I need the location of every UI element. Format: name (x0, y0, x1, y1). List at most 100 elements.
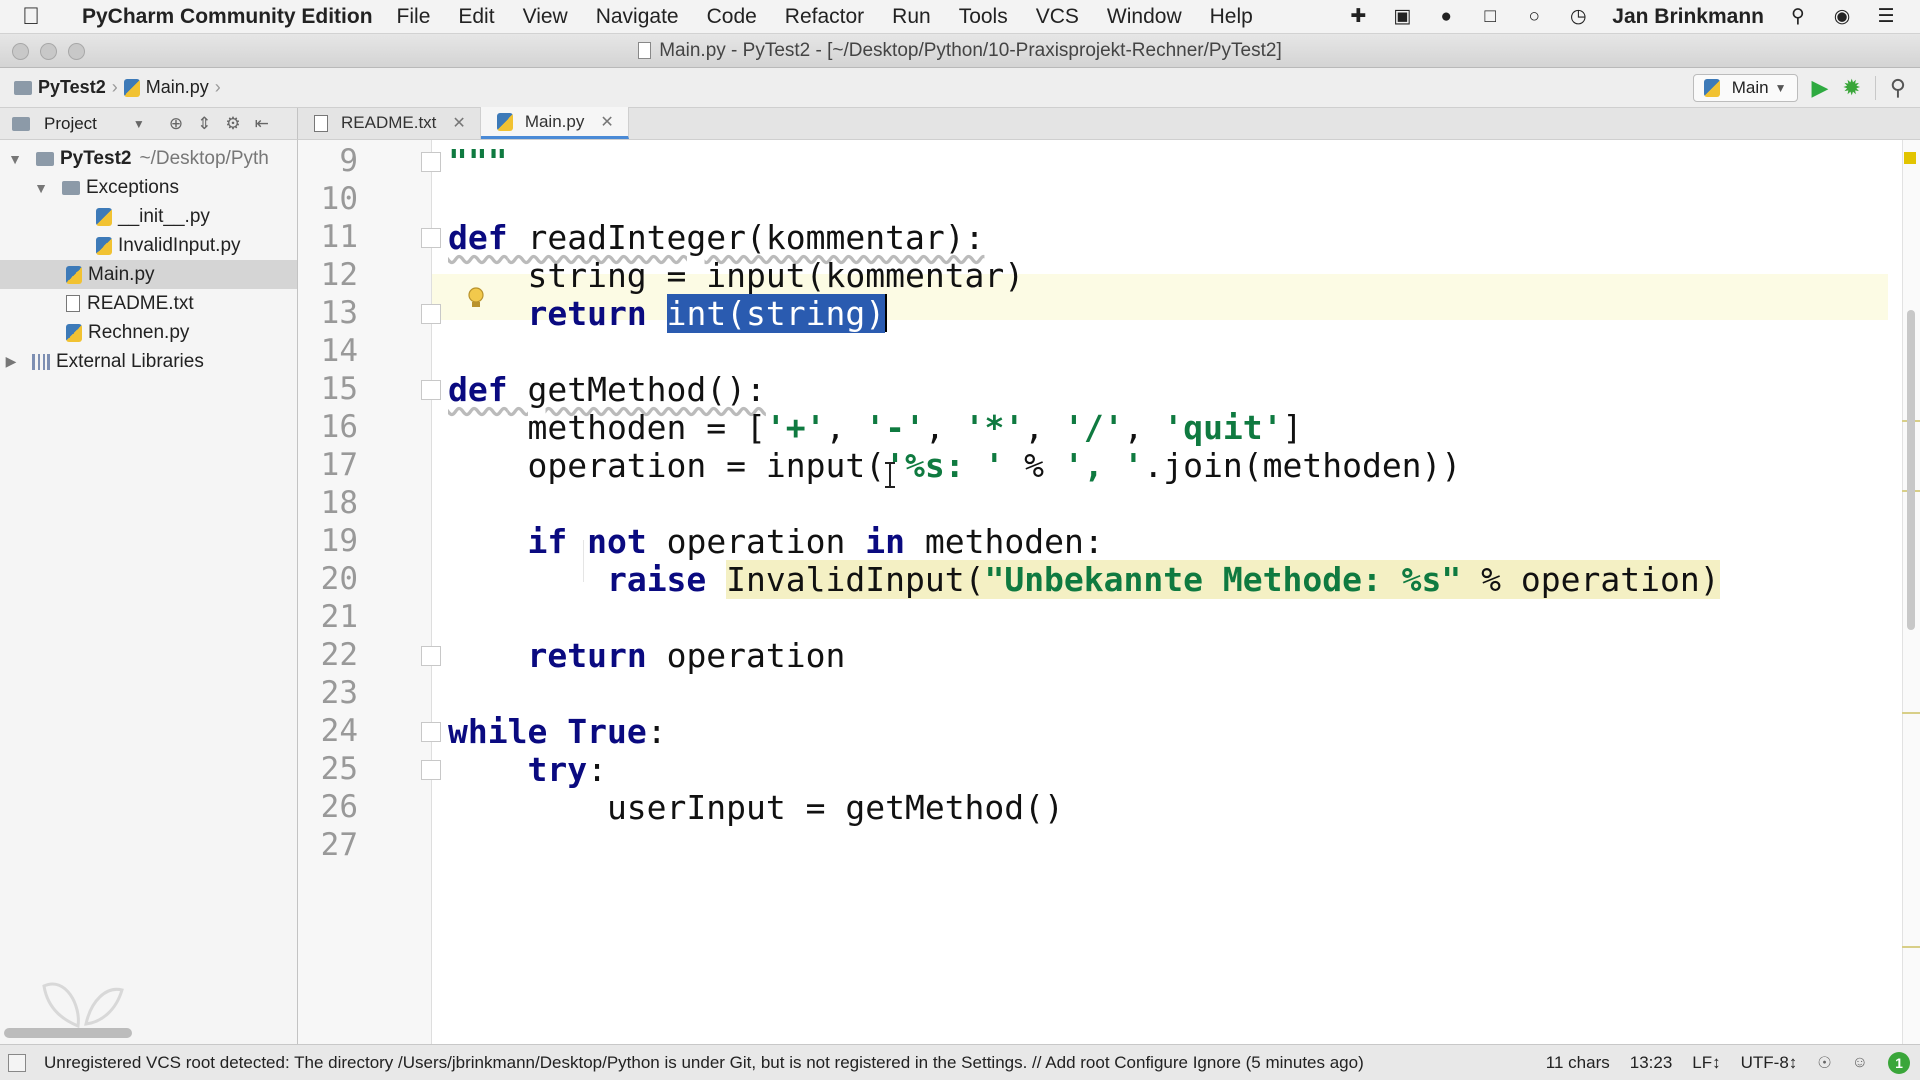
run-configuration-label: Main (1731, 77, 1769, 97)
apple-icon[interactable]:  (22, 3, 62, 31)
warning-stripe-mark[interactable] (1902, 712, 1920, 714)
run-icon[interactable]: ▶ (1812, 75, 1829, 101)
editor-gutter: 9 10 11 12 13 14 15 16 17 18 19 20 21 22… (298, 140, 432, 1044)
expand-arrow-icon[interactable]: ▶ (0, 353, 22, 370)
plugin-icon[interactable]: ✚ (1344, 4, 1372, 30)
expand-arrow-icon[interactable]: ▼ (30, 180, 52, 196)
menu-help[interactable]: Help (1210, 5, 1253, 29)
hide-panel-icon[interactable]: ⇤ (255, 114, 269, 134)
fold-marker[interactable] (421, 646, 441, 666)
menu-run[interactable]: Run (892, 5, 931, 29)
library-icon (32, 353, 50, 370)
window-title-bar: Main.py - PyTest2 - [~/Desktop/Python/10… (0, 34, 1920, 68)
lock-icon[interactable]: ☉ (1817, 1053, 1831, 1073)
tree-item-readme[interactable]: README.txt (0, 289, 297, 318)
project-tool-header: Project ▼ ⊕ ⇕ ⚙ ⇤ (0, 108, 298, 140)
app-menu[interactable]: PyCharm Community Edition (82, 5, 373, 29)
minimize-window-button[interactable] (40, 43, 57, 60)
spotlight-search-icon[interactable]: ⚲ (1784, 4, 1812, 30)
locate-file-icon[interactable]: ⊕ (169, 114, 183, 134)
python-file-icon (123, 78, 140, 97)
menu-vcs[interactable]: VCS (1036, 5, 1079, 29)
menu-code[interactable]: Code (707, 5, 757, 29)
tree-item-invalidinput[interactable]: InvalidInput.py (0, 231, 297, 260)
close-icon[interactable]: ✕ (600, 112, 613, 132)
tree-item-rechnen[interactable]: Rechnen.py (0, 318, 297, 347)
tree-item-main[interactable]: Main.py (0, 260, 297, 289)
tree-item-init[interactable]: __init__.py (0, 202, 297, 231)
toolbar-divider (1874, 75, 1876, 100)
close-window-button[interactable] (12, 43, 29, 60)
code-editor[interactable]: 9 10 11 12 13 14 15 16 17 18 19 20 21 22… (298, 140, 1920, 1044)
toggle-tool-windows-icon[interactable] (8, 1053, 26, 1072)
user-menu[interactable]: Jan Brinkmann (1612, 5, 1764, 29)
menu-tools[interactable]: Tools (959, 5, 1008, 29)
project-tree: ▼ PyTest2 ~/Desktop/Pyth ▼ Exceptions __… (0, 140, 298, 1044)
tree-file-label: README.txt (87, 292, 194, 314)
menu-view[interactable]: View (523, 5, 568, 29)
tree-item-exceptions[interactable]: ▼ Exceptions (0, 173, 297, 202)
caret-position[interactable]: 13:23 (1630, 1053, 1673, 1073)
fold-marker[interactable] (421, 722, 441, 742)
camera-icon[interactable]: □ (1476, 4, 1504, 30)
run-configuration-select[interactable]: Main ▼ (1692, 73, 1798, 102)
chat-icon[interactable]: ○ (1520, 4, 1548, 30)
fold-marker[interactable] (421, 760, 441, 780)
tree-file-label: Rechnen.py (88, 321, 190, 343)
run-toolbar: Main ▼ ▶ ✹ ⚲ (1692, 73, 1906, 102)
tree-libraries-label: External Libraries (56, 350, 204, 372)
breadcrumb-file[interactable]: Main.py (146, 77, 209, 98)
fold-marker[interactable] (421, 152, 441, 172)
butterfly-logo-icon (42, 982, 124, 1029)
tree-file-label: Main.py (88, 263, 155, 285)
tree-item-root[interactable]: ▼ PyTest2 ~/Desktop/Pyth (0, 144, 297, 173)
siri-icon[interactable]: ◉ (1828, 4, 1856, 30)
chevron-down-icon[interactable]: ▼ (133, 117, 145, 131)
tree-item-external-libraries[interactable]: ▶ External Libraries (0, 347, 297, 376)
menu-navigate[interactable]: Navigate (596, 5, 679, 29)
drop-icon[interactable]: ● (1432, 4, 1460, 30)
menu-window[interactable]: Window (1107, 5, 1182, 29)
code-area[interactable]: """ def readInteger(kommentar): string =… (448, 140, 1878, 1044)
tab-label: Main.py (524, 111, 585, 131)
menu-file[interactable]: File (397, 5, 431, 29)
editor-vertical-scrollbar[interactable] (1907, 310, 1915, 630)
tree-root-name: PyTest2 (60, 147, 132, 169)
close-icon[interactable]: ✕ (452, 113, 465, 133)
collapse-all-icon[interactable]: ⇕ (197, 114, 211, 134)
clock-icon[interactable]: ◷ (1564, 4, 1592, 30)
navigation-bar: PyTest2 › Main.py › Main ▼ ▶ ✹ ⚲ (0, 68, 1920, 108)
fold-marker[interactable] (421, 304, 441, 324)
event-log-badge[interactable]: 1 (1888, 1051, 1910, 1074)
inspection-status-icon[interactable] (1904, 152, 1916, 164)
menu-refactor[interactable]: Refactor (785, 5, 864, 29)
search-everywhere-icon[interactable]: ⚲ (1890, 75, 1906, 101)
menu-edit[interactable]: Edit (458, 5, 494, 29)
encoding-select[interactable]: UTF-8↕ (1741, 1053, 1798, 1073)
fold-marker[interactable] (421, 380, 441, 400)
notification-center-icon[interactable]: ☰ (1872, 4, 1900, 30)
tab-readme[interactable]: README.txt ✕ (298, 107, 481, 139)
status-message[interactable]: Unregistered VCS root detected: The dire… (44, 1053, 1546, 1073)
tree-file-label: __init__.py (118, 205, 210, 227)
display-icon[interactable]: ▣ (1388, 4, 1416, 30)
line-separator-select[interactable]: LF↕ (1692, 1053, 1720, 1073)
python-file-icon (1703, 78, 1720, 97)
inspector-face-icon[interactable]: ☺ (1852, 1054, 1868, 1072)
tree-file-label: InvalidInput.py (118, 234, 241, 256)
project-view-label[interactable]: Project (44, 114, 97, 134)
breadcrumb-project[interactable]: PyTest2 (38, 77, 106, 98)
tree-horizontal-scrollbar[interactable] (4, 1028, 132, 1038)
warning-highlight: InvalidInput("Unbekannte Methode: %s" % … (726, 559, 1720, 599)
warning-stripe-mark[interactable] (1902, 946, 1920, 948)
window-controls (12, 43, 85, 60)
zoom-window-button[interactable] (68, 43, 85, 60)
debug-icon[interactable]: ✹ (1842, 75, 1860, 101)
expand-arrow-icon[interactable]: ▼ (4, 151, 26, 167)
fold-marker[interactable] (421, 228, 441, 248)
gear-icon[interactable]: ⚙ (225, 114, 240, 134)
tab-main[interactable]: Main.py ✕ (480, 107, 629, 139)
python-file-icon (96, 207, 112, 226)
python-file-icon (66, 323, 82, 342)
text-file-icon (314, 114, 328, 132)
